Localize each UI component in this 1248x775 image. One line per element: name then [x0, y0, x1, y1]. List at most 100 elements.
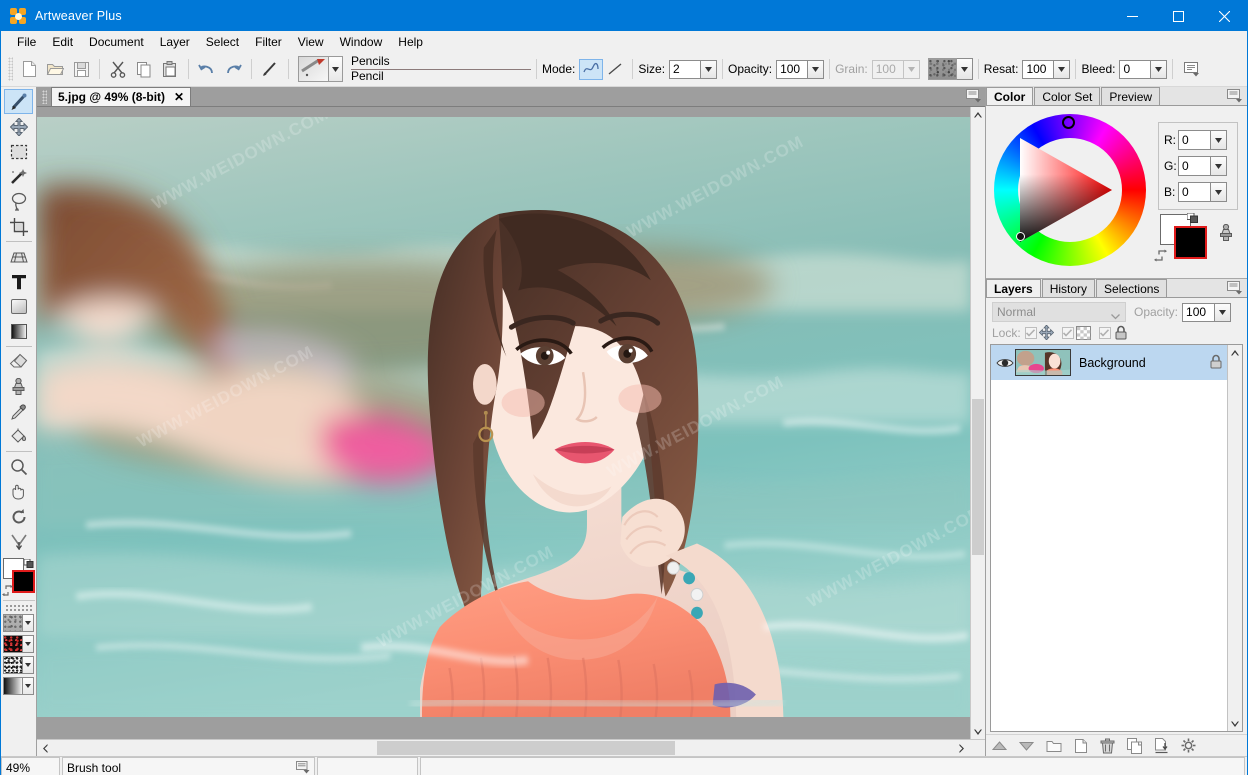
opacity-dropdown-icon[interactable]: [808, 59, 825, 79]
maximize-button[interactable]: [1155, 1, 1201, 31]
close-tab-icon[interactable]: ✕: [174, 90, 184, 104]
gradient-swatch-icon[interactable]: [2, 677, 23, 695]
delete-layer-button[interactable]: [1099, 737, 1116, 754]
scroll-up-button[interactable]: [971, 107, 985, 122]
resat-dropdown-icon[interactable]: [1054, 59, 1071, 79]
tool-lasso[interactable]: [4, 189, 33, 214]
blend-mode-select[interactable]: Normal: [992, 302, 1126, 322]
tool-brush[interactable]: [4, 89, 33, 114]
r-input[interactable]: 0: [1178, 130, 1211, 150]
tab-history[interactable]: History: [1041, 279, 1096, 297]
tool-rectangular-select[interactable]: [4, 139, 33, 164]
b-dropdown-icon[interactable]: [1211, 182, 1227, 202]
status-active-tool[interactable]: Brush tool: [62, 757, 315, 775]
paper-texture-selector[interactable]: [2, 614, 35, 632]
tool-rotate-canvas[interactable]: [4, 504, 33, 529]
swap-colors-icon[interactable]: [1, 585, 13, 596]
merge-down-button[interactable]: [1153, 737, 1170, 754]
bleed-stepper[interactable]: 0: [1119, 59, 1168, 79]
layer-scroll-up-button[interactable]: [1228, 345, 1242, 360]
brush-options-menu-button[interactable]: [1178, 56, 1204, 82]
tool-shape[interactable]: [4, 294, 33, 319]
chevron-down-icon[interactable]: [22, 614, 34, 632]
brush-preset-swatch-icon[interactable]: [298, 56, 329, 82]
toolbar-grip[interactable]: [8, 57, 13, 81]
pattern-swatch-icon[interactable]: [2, 635, 23, 653]
noise-texture-selector[interactable]: [2, 656, 35, 674]
tool-eyedropper[interactable]: [4, 399, 33, 424]
size-stepper[interactable]: 2: [669, 59, 718, 79]
menu-edit[interactable]: Edit: [44, 33, 81, 51]
menu-document[interactable]: Document: [81, 33, 152, 51]
scroll-left-button[interactable]: [37, 740, 53, 756]
panel-background-swatch[interactable]: [1174, 226, 1207, 259]
panel-menu-icon[interactable]: [1227, 281, 1243, 296]
default-colors-icon[interactable]: [23, 557, 34, 568]
chevron-down-icon[interactable]: [22, 635, 34, 653]
layer-lock-icon[interactable]: [1209, 354, 1223, 372]
tool-eraser[interactable]: [4, 349, 33, 374]
lock-pixels-checkbox[interactable]: [1061, 326, 1074, 339]
r-dropdown-icon[interactable]: [1211, 130, 1227, 150]
menu-layer[interactable]: Layer: [152, 33, 198, 51]
brush-preset-dropdown[interactable]: [329, 56, 343, 82]
tab-menu-icon[interactable]: [966, 89, 982, 104]
brush-preset-control[interactable]: Pencils Pencil: [298, 55, 531, 83]
copy-button[interactable]: [131, 56, 157, 82]
redo-button[interactable]: [220, 56, 246, 82]
menu-window[interactable]: Window: [332, 33, 391, 51]
panel-menu-icon[interactable]: [1227, 89, 1243, 104]
tool-magic-wand[interactable]: [4, 164, 33, 189]
saturation-triangle[interactable]: [1020, 138, 1112, 242]
layer-opacity-input[interactable]: 100: [1182, 302, 1216, 322]
status-tool-menu-icon[interactable]: [296, 761, 310, 775]
tab-color-set[interactable]: Color Set: [1034, 87, 1101, 105]
bleed-dropdown-icon[interactable]: [1151, 59, 1168, 79]
canvas-viewport[interactable]: WWW.WEIDOWN.COM WWW.WEIDOWN.COM WWW.WEID…: [37, 107, 970, 739]
hue-marker[interactable]: [1062, 116, 1075, 129]
triangle-marker[interactable]: [1016, 232, 1025, 241]
texture-swatch-icon[interactable]: [927, 58, 957, 80]
document-tab[interactable]: 5.jpg @ 49% (8-bit) ✕: [51, 87, 192, 106]
new-layer-button[interactable]: [1072, 737, 1089, 754]
texture-dropdown-icon[interactable]: [956, 58, 973, 80]
tool-move[interactable]: [4, 114, 33, 139]
tab-layers[interactable]: Layers: [986, 279, 1041, 297]
tab-selections[interactable]: Selections: [1096, 279, 1168, 297]
paste-button[interactable]: [157, 56, 183, 82]
vertical-scroll-thumb[interactable]: [972, 398, 984, 556]
mode-line-button[interactable]: [603, 59, 627, 80]
tool-crop[interactable]: [4, 214, 33, 239]
tool-gradient[interactable]: [4, 319, 33, 344]
document-canvas[interactable]: WWW.WEIDOWN.COM WWW.WEIDOWN.COM WWW.WEID…: [37, 117, 970, 717]
opacity-stepper[interactable]: 100: [776, 59, 825, 79]
tool-clone-stamp[interactable]: [4, 374, 33, 399]
tab-color[interactable]: Color: [986, 87, 1034, 105]
new-group-button[interactable]: [1045, 737, 1062, 754]
close-button[interactable]: [1201, 1, 1247, 31]
layer-list-scrollbar[interactable]: [1227, 345, 1242, 731]
tabstrip-grip[interactable]: [42, 90, 47, 104]
move-layer-down-button[interactable]: [1018, 737, 1035, 754]
size-input[interactable]: 2: [669, 59, 702, 79]
opacity-input[interactable]: 100: [776, 59, 809, 79]
color-wheel-icon[interactable]: [994, 114, 1146, 266]
canvas-vertical-scrollbar[interactable]: [970, 107, 985, 739]
bleed-input[interactable]: 0: [1119, 59, 1152, 79]
chevron-down-icon[interactable]: [22, 677, 34, 695]
resat-stepper[interactable]: 100: [1022, 59, 1071, 79]
texture-grip[interactable]: [4, 604, 33, 611]
horizontal-scroll-thumb[interactable]: [377, 741, 675, 755]
menu-view[interactable]: View: [290, 33, 332, 51]
duplicate-layer-button[interactable]: [1126, 737, 1143, 754]
layer-opacity-dropdown-icon[interactable]: [1215, 302, 1232, 322]
g-dropdown-icon[interactable]: [1211, 156, 1227, 176]
swap-colors-icon[interactable]: [1154, 249, 1167, 262]
cut-button[interactable]: [105, 56, 131, 82]
tool-paint-bucket[interactable]: [4, 424, 33, 449]
tool-hand[interactable]: [4, 479, 33, 504]
chevron-down-icon[interactable]: [22, 656, 34, 674]
eye-icon[interactable]: [995, 357, 1015, 369]
color-picker-icon[interactable]: [1218, 223, 1234, 242]
layer-row[interactable]: Background: [991, 345, 1227, 380]
